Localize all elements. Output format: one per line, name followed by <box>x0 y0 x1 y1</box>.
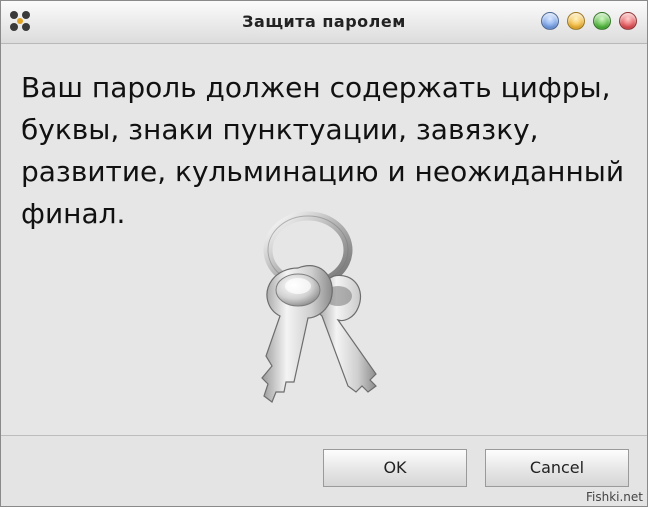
ok-button[interactable]: OK <box>323 449 467 487</box>
window-minimize-button[interactable] <box>541 12 559 30</box>
window-shade-button[interactable] <box>567 12 585 30</box>
password-dialog-window: Защита паролем Ваш пароль должен содержа… <box>0 0 648 507</box>
window-close-button[interactable] <box>619 12 637 30</box>
title-bar[interactable]: Защита паролем <box>1 1 647 44</box>
window-maximize-button[interactable] <box>593 12 611 30</box>
window-controls <box>541 12 637 30</box>
dialog-footer: OK Cancel Fishki.net <box>1 435 647 506</box>
keys-icon <box>261 211 377 403</box>
cancel-button[interactable]: Cancel <box>485 449 629 487</box>
watermark: Fishki.net <box>585 490 643 504</box>
